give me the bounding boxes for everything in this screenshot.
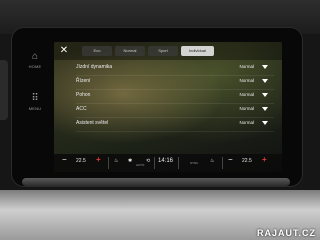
chevron-down-icon[interactable]: [262, 65, 268, 69]
home-button[interactable]: ⌂ HOME: [22, 51, 48, 70]
left-vent: [0, 60, 8, 120]
setting-label: ACC: [76, 106, 87, 112]
climate-status-bar: − 22.5 + ♨ ✱ AUTO ⟲ 14:16 SYNC ♨ − 22.5 …: [54, 154, 282, 172]
setting-row-driving-dynamics[interactable]: Jízdní dynamika Normal: [76, 62, 274, 76]
chevron-down-icon[interactable]: [262, 107, 268, 111]
setting-value: Normal: [239, 106, 254, 111]
setting-row-light-assist[interactable]: Asistent světel Normal: [76, 118, 274, 132]
home-icon: ⌂: [31, 51, 39, 62]
divider: [108, 157, 109, 169]
menu-label: MENU: [28, 106, 42, 111]
divider: [76, 131, 274, 132]
trim-strip: [22, 178, 290, 186]
recirculation-icon[interactable]: ⟲: [146, 158, 150, 164]
tab-individual[interactable]: Individual: [181, 46, 214, 56]
home-label: HOME: [28, 64, 42, 69]
side-panel: ⌂ HOME ⠿ MENU: [22, 42, 48, 162]
close-icon[interactable]: ✕: [58, 45, 70, 57]
setting-label: Asistent světel: [76, 120, 109, 126]
divider: [154, 157, 155, 169]
setting-value: Normal: [239, 78, 254, 83]
setting-row-drive[interactable]: Pohon Normal: [76, 90, 274, 104]
setting-label: Řízení: [76, 78, 91, 84]
tab-normal[interactable]: Normal: [115, 46, 145, 56]
setting-value: Normal: [239, 92, 254, 97]
watermark: RAJAUT.CZ: [256, 228, 316, 238]
clock: 14:16: [158, 158, 174, 164]
divider: [178, 157, 179, 169]
temp-left: 22.5: [76, 158, 86, 164]
setting-value: Normal: [239, 64, 254, 69]
auto-label: AUTO: [136, 163, 145, 167]
infotainment-screen: ✕ Eco Normal Sport Individual Jízdní dyn…: [54, 42, 282, 172]
chevron-down-icon[interactable]: [262, 121, 268, 125]
temp-right: 22.5: [242, 158, 252, 164]
top-bar: ✕ Eco Normal Sport Individual: [54, 42, 282, 60]
drive-mode-tabs: Eco Normal Sport Individual: [82, 46, 217, 56]
temp-left-plus-button[interactable]: +: [96, 155, 101, 164]
temp-right-plus-button[interactable]: +: [262, 155, 267, 164]
sync-label: SYNC: [190, 161, 199, 165]
tab-sport[interactable]: Sport: [148, 46, 178, 56]
chevron-down-icon[interactable]: [262, 93, 268, 97]
menu-button[interactable]: ⠿ MENU: [22, 93, 48, 112]
fan-icon[interactable]: ✱: [128, 158, 132, 164]
temp-right-minus-button[interactable]: −: [228, 155, 233, 164]
tab-eco[interactable]: Eco: [82, 46, 112, 56]
setting-row-acc[interactable]: ACC Normal: [76, 104, 274, 118]
seat-heat-icon[interactable]: ♨: [210, 158, 214, 164]
chevron-down-icon[interactable]: [262, 79, 268, 83]
setting-label: Pohon: [76, 92, 91, 98]
setting-value: Normal: [239, 120, 254, 125]
setting-row-steering[interactable]: Řízení Normal: [76, 76, 274, 90]
divider: [222, 157, 223, 169]
setting-label: Jízdní dynamika: [76, 64, 113, 70]
temp-left-minus-button[interactable]: −: [62, 155, 67, 164]
grid-icon: ⠿: [31, 93, 39, 104]
seat-heat-icon[interactable]: ♨: [114, 158, 118, 164]
